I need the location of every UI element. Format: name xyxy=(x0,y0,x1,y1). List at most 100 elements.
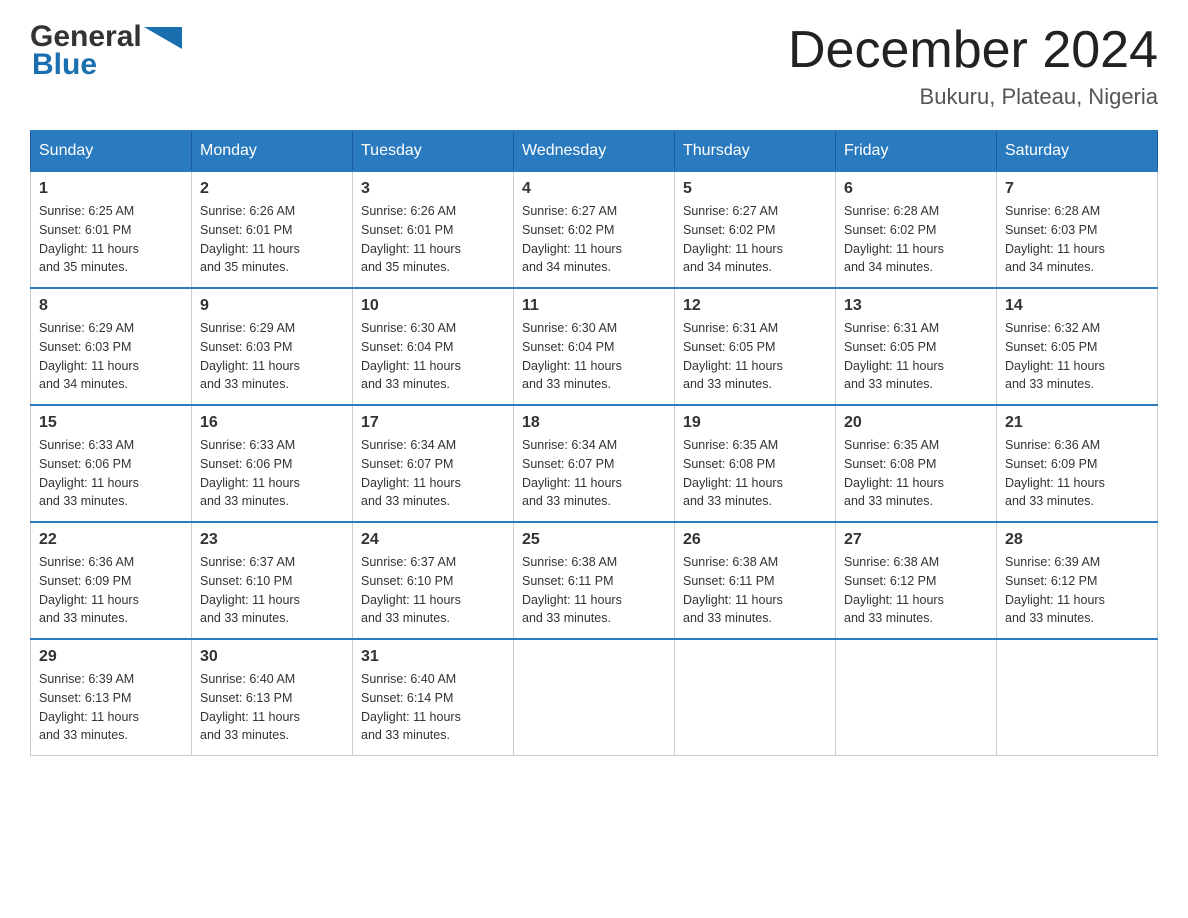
table-row: 21 Sunrise: 6:36 AM Sunset: 6:09 PM Dayl… xyxy=(997,405,1158,522)
day-info: Sunrise: 6:27 AM Sunset: 6:02 PM Dayligh… xyxy=(522,202,666,277)
table-row: 12 Sunrise: 6:31 AM Sunset: 6:05 PM Dayl… xyxy=(675,288,836,405)
table-row: 26 Sunrise: 6:38 AM Sunset: 6:11 PM Dayl… xyxy=(675,522,836,639)
col-wednesday: Wednesday xyxy=(514,131,675,171)
table-row: 25 Sunrise: 6:38 AM Sunset: 6:11 PM Dayl… xyxy=(514,522,675,639)
day-info: Sunrise: 6:36 AM Sunset: 6:09 PM Dayligh… xyxy=(39,553,183,628)
day-number: 1 xyxy=(39,180,183,198)
table-row: 2 Sunrise: 6:26 AM Sunset: 6:01 PM Dayli… xyxy=(192,171,353,288)
day-info: Sunrise: 6:34 AM Sunset: 6:07 PM Dayligh… xyxy=(361,436,505,511)
day-info: Sunrise: 6:26 AM Sunset: 6:01 PM Dayligh… xyxy=(361,202,505,277)
day-number: 2 xyxy=(200,180,344,198)
day-number: 18 xyxy=(522,414,666,432)
col-friday: Friday xyxy=(836,131,997,171)
day-number: 22 xyxy=(39,531,183,549)
day-info: Sunrise: 6:35 AM Sunset: 6:08 PM Dayligh… xyxy=(683,436,827,511)
calendar-header-row: Sunday Monday Tuesday Wednesday Thursday… xyxy=(31,131,1158,171)
day-info: Sunrise: 6:32 AM Sunset: 6:05 PM Dayligh… xyxy=(1005,319,1149,394)
table-row: 11 Sunrise: 6:30 AM Sunset: 6:04 PM Dayl… xyxy=(514,288,675,405)
day-number: 26 xyxy=(683,531,827,549)
table-row: 5 Sunrise: 6:27 AM Sunset: 6:02 PM Dayli… xyxy=(675,171,836,288)
calendar-week-row: 8 Sunrise: 6:29 AM Sunset: 6:03 PM Dayli… xyxy=(31,288,1158,405)
day-number: 14 xyxy=(1005,297,1149,315)
col-tuesday: Tuesday xyxy=(353,131,514,171)
table-row: 17 Sunrise: 6:34 AM Sunset: 6:07 PM Dayl… xyxy=(353,405,514,522)
day-info: Sunrise: 6:38 AM Sunset: 6:11 PM Dayligh… xyxy=(683,553,827,628)
month-title: December 2024 xyxy=(788,20,1158,80)
day-info: Sunrise: 6:31 AM Sunset: 6:05 PM Dayligh… xyxy=(683,319,827,394)
table-row: 20 Sunrise: 6:35 AM Sunset: 6:08 PM Dayl… xyxy=(836,405,997,522)
table-row: 13 Sunrise: 6:31 AM Sunset: 6:05 PM Dayl… xyxy=(836,288,997,405)
table-row: 15 Sunrise: 6:33 AM Sunset: 6:06 PM Dayl… xyxy=(31,405,192,522)
day-info: Sunrise: 6:36 AM Sunset: 6:09 PM Dayligh… xyxy=(1005,436,1149,511)
day-info: Sunrise: 6:25 AM Sunset: 6:01 PM Dayligh… xyxy=(39,202,183,277)
day-info: Sunrise: 6:26 AM Sunset: 6:01 PM Dayligh… xyxy=(200,202,344,277)
day-number: 29 xyxy=(39,648,183,666)
day-number: 3 xyxy=(361,180,505,198)
day-number: 31 xyxy=(361,648,505,666)
table-row xyxy=(836,639,997,756)
logo-arrow-icon xyxy=(144,27,182,49)
table-row: 9 Sunrise: 6:29 AM Sunset: 6:03 PM Dayli… xyxy=(192,288,353,405)
day-number: 4 xyxy=(522,180,666,198)
day-info: Sunrise: 6:33 AM Sunset: 6:06 PM Dayligh… xyxy=(39,436,183,511)
table-row: 28 Sunrise: 6:39 AM Sunset: 6:12 PM Dayl… xyxy=(997,522,1158,639)
day-number: 28 xyxy=(1005,531,1149,549)
day-info: Sunrise: 6:37 AM Sunset: 6:10 PM Dayligh… xyxy=(200,553,344,628)
day-info: Sunrise: 6:30 AM Sunset: 6:04 PM Dayligh… xyxy=(361,319,505,394)
table-row xyxy=(675,639,836,756)
day-info: Sunrise: 6:27 AM Sunset: 6:02 PM Dayligh… xyxy=(683,202,827,277)
day-info: Sunrise: 6:33 AM Sunset: 6:06 PM Dayligh… xyxy=(200,436,344,511)
table-row: 16 Sunrise: 6:33 AM Sunset: 6:06 PM Dayl… xyxy=(192,405,353,522)
day-number: 17 xyxy=(361,414,505,432)
table-row xyxy=(514,639,675,756)
day-number: 9 xyxy=(200,297,344,315)
day-number: 16 xyxy=(200,414,344,432)
day-number: 24 xyxy=(361,531,505,549)
day-number: 27 xyxy=(844,531,988,549)
day-info: Sunrise: 6:39 AM Sunset: 6:12 PM Dayligh… xyxy=(1005,553,1149,628)
table-row: 29 Sunrise: 6:39 AM Sunset: 6:13 PM Dayl… xyxy=(31,639,192,756)
calendar-week-row: 15 Sunrise: 6:33 AM Sunset: 6:06 PM Dayl… xyxy=(31,405,1158,522)
day-info: Sunrise: 6:38 AM Sunset: 6:12 PM Dayligh… xyxy=(844,553,988,628)
table-row: 19 Sunrise: 6:35 AM Sunset: 6:08 PM Dayl… xyxy=(675,405,836,522)
day-info: Sunrise: 6:30 AM Sunset: 6:04 PM Dayligh… xyxy=(522,319,666,394)
day-number: 12 xyxy=(683,297,827,315)
day-number: 20 xyxy=(844,414,988,432)
day-info: Sunrise: 6:28 AM Sunset: 6:02 PM Dayligh… xyxy=(844,202,988,277)
calendar-week-row: 1 Sunrise: 6:25 AM Sunset: 6:01 PM Dayli… xyxy=(31,171,1158,288)
calendar-week-row: 22 Sunrise: 6:36 AM Sunset: 6:09 PM Dayl… xyxy=(31,522,1158,639)
col-monday: Monday xyxy=(192,131,353,171)
day-number: 8 xyxy=(39,297,183,315)
col-thursday: Thursday xyxy=(675,131,836,171)
logo: General Blue xyxy=(30,20,182,82)
day-info: Sunrise: 6:37 AM Sunset: 6:10 PM Dayligh… xyxy=(361,553,505,628)
table-row xyxy=(997,639,1158,756)
logo-blue-text: Blue xyxy=(32,48,97,82)
day-number: 15 xyxy=(39,414,183,432)
table-row: 30 Sunrise: 6:40 AM Sunset: 6:13 PM Dayl… xyxy=(192,639,353,756)
day-info: Sunrise: 6:29 AM Sunset: 6:03 PM Dayligh… xyxy=(39,319,183,394)
day-number: 25 xyxy=(522,531,666,549)
table-row: 27 Sunrise: 6:38 AM Sunset: 6:12 PM Dayl… xyxy=(836,522,997,639)
calendar-week-row: 29 Sunrise: 6:39 AM Sunset: 6:13 PM Dayl… xyxy=(31,639,1158,756)
table-row: 22 Sunrise: 6:36 AM Sunset: 6:09 PM Dayl… xyxy=(31,522,192,639)
table-row: 6 Sunrise: 6:28 AM Sunset: 6:02 PM Dayli… xyxy=(836,171,997,288)
day-info: Sunrise: 6:34 AM Sunset: 6:07 PM Dayligh… xyxy=(522,436,666,511)
day-number: 7 xyxy=(1005,180,1149,198)
day-info: Sunrise: 6:39 AM Sunset: 6:13 PM Dayligh… xyxy=(39,670,183,745)
day-info: Sunrise: 6:28 AM Sunset: 6:03 PM Dayligh… xyxy=(1005,202,1149,277)
page-header: General Blue December 2024 Bukuru, Plate… xyxy=(30,20,1158,110)
day-number: 6 xyxy=(844,180,988,198)
table-row: 4 Sunrise: 6:27 AM Sunset: 6:02 PM Dayli… xyxy=(514,171,675,288)
table-row: 14 Sunrise: 6:32 AM Sunset: 6:05 PM Dayl… xyxy=(997,288,1158,405)
day-info: Sunrise: 6:40 AM Sunset: 6:14 PM Dayligh… xyxy=(361,670,505,745)
day-number: 13 xyxy=(844,297,988,315)
day-number: 21 xyxy=(1005,414,1149,432)
day-number: 30 xyxy=(200,648,344,666)
day-info: Sunrise: 6:31 AM Sunset: 6:05 PM Dayligh… xyxy=(844,319,988,394)
table-row: 18 Sunrise: 6:34 AM Sunset: 6:07 PM Dayl… xyxy=(514,405,675,522)
table-row: 8 Sunrise: 6:29 AM Sunset: 6:03 PM Dayli… xyxy=(31,288,192,405)
table-row: 7 Sunrise: 6:28 AM Sunset: 6:03 PM Dayli… xyxy=(997,171,1158,288)
day-number: 19 xyxy=(683,414,827,432)
location: Bukuru, Plateau, Nigeria xyxy=(788,84,1158,110)
